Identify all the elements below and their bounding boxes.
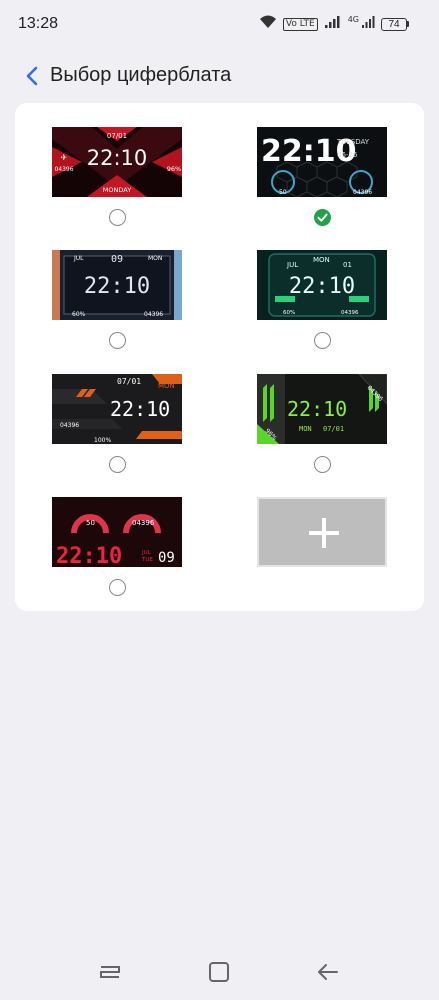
network-type-label: 4G [347, 14, 359, 24]
face-date: 07/01 [323, 425, 344, 433]
face-steps: 04396 [144, 311, 163, 318]
face-date: 09 [111, 254, 123, 265]
face-day: MON [158, 382, 175, 390]
battery-level: 74 [381, 17, 407, 31]
page-title: Выбор циферблата [50, 64, 232, 86]
watch-face-preview: 07/01 MON 22:10 04396 100% [52, 374, 182, 444]
svg-text:✈: ✈ [61, 153, 68, 162]
face-steps: 04396 [54, 166, 73, 173]
face-battery: 100% [94, 437, 111, 444]
face-battery: 60% [283, 310, 295, 316]
battery-icon: 74 [381, 17, 409, 31]
header: Выбор циферблата [0, 58, 439, 94]
signal-icon [324, 15, 342, 34]
status-icons: Vo LTE 4G 74 [259, 14, 409, 34]
face-day: MON [148, 255, 162, 262]
face-time: 22:10 [289, 274, 355, 299]
face-time: 22:10 [56, 544, 122, 567]
face-battery: 50 [86, 519, 95, 527]
home-icon[interactable] [205, 958, 233, 986]
face-month: JUL [73, 255, 84, 262]
face-date: 01 [343, 261, 352, 269]
face-day: TUE [141, 557, 153, 563]
status-time: 13:28 [18, 15, 59, 32]
face-time: 22:10 [110, 397, 170, 421]
status-bar: 13:28 Vo LTE 4G 74 [0, 0, 439, 48]
face-time: 22:10 [84, 274, 150, 299]
face-battery: 50 [279, 189, 287, 196]
face-radio-selected[interactable] [314, 209, 331, 226]
navigation-bar [0, 950, 439, 994]
face-radio[interactable] [314, 456, 331, 473]
face-day: MON [313, 256, 330, 264]
face-battery: 60% [72, 311, 86, 318]
watch-face-option-2[interactable]: 22:10 TUESDAY 06-26 50 04396 [257, 127, 387, 237]
watch-face-option-1[interactable]: 07/01 22:10 MONDAY 04396 96% ✈ [52, 127, 182, 237]
face-steps: 04396 [132, 519, 155, 527]
back-button[interactable] [18, 62, 46, 90]
face-time: 22:10 [87, 146, 148, 170]
watch-face-preview: JUL MON 01 22:10 60% 04396 [257, 250, 387, 320]
watch-face-grid: 07/01 22:10 MONDAY 04396 96% ✈ 22:10 TUE… [15, 103, 424, 611]
watch-face-option-3[interactable]: JUL 09 MON 22:10 60% 04396 [52, 250, 182, 360]
volte-icon: Vo LTE [282, 17, 318, 31]
face-radio[interactable] [109, 579, 126, 596]
face-date: 07/01 [107, 132, 127, 140]
face-date: 09 [158, 550, 175, 566]
face-radio[interactable] [314, 332, 331, 349]
wifi-icon [259, 15, 277, 34]
face-steps: 04396 [60, 422, 79, 429]
watch-face-option-4[interactable]: JUL MON 01 22:10 60% 04396 [257, 250, 387, 360]
face-month: JUL [141, 550, 152, 556]
check-icon [317, 213, 328, 222]
face-battery: 96% [167, 165, 181, 173]
face-day: MONDAY [103, 186, 131, 194]
watch-face-preview: JUL 09 MON 22:10 60% 04396 [52, 250, 182, 320]
face-day: MON [299, 425, 312, 433]
face-date: 07/01 [117, 377, 141, 386]
watch-face-option-5[interactable]: 07/01 MON 22:10 04396 100% [52, 374, 182, 484]
face-steps: 04396 [341, 310, 359, 316]
watch-face-preview: 50 04396 22:10 JUL TUE 09 [52, 497, 182, 567]
watch-face-preview: 07/01 22:10 MONDAY 04396 96% ✈ [52, 127, 182, 197]
watch-face-option-6[interactable]: 04396 96% 22:10 MON 07/01 [257, 374, 387, 484]
face-day: TUESDAY [336, 138, 370, 146]
face-radio[interactable] [109, 209, 126, 226]
add-watch-face-button[interactable] [257, 497, 387, 567]
signal-icon [361, 15, 375, 34]
face-time: 22:10 [287, 397, 347, 421]
face-date: 06-26 [337, 151, 358, 159]
face-steps: 04396 [353, 189, 372, 196]
face-month: JUL [286, 261, 298, 269]
face-radio[interactable] [109, 332, 126, 349]
watch-face-preview: 04396 96% 22:10 MON 07/01 [257, 374, 387, 444]
recents-icon[interactable] [96, 958, 124, 986]
face-radio[interactable] [109, 456, 126, 473]
watch-face-preview: 22:10 TUESDAY 06-26 50 04396 [257, 127, 387, 197]
back-arrow-icon[interactable] [314, 958, 342, 986]
watch-face-option-7[interactable]: 50 04396 22:10 JUL TUE 09 [52, 497, 182, 607]
chevron-left-icon [26, 66, 38, 86]
